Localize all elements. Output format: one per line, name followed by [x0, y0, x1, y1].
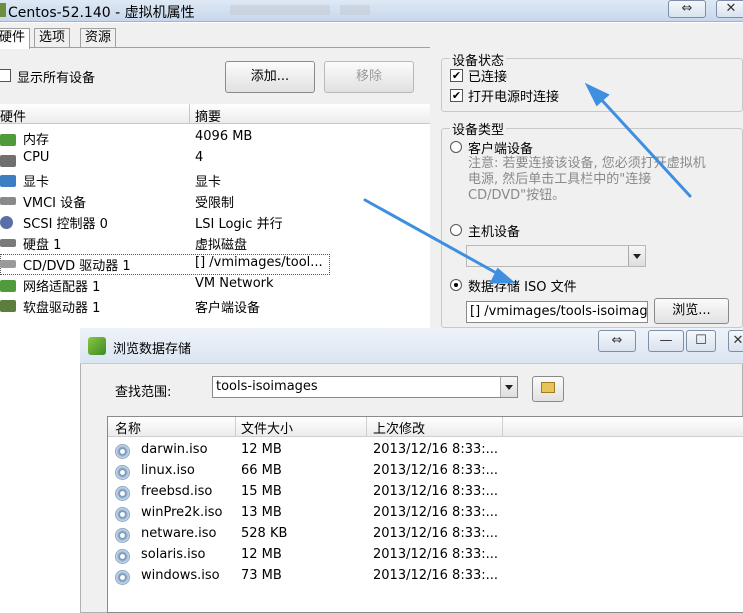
arrow-to-iso-option: [363, 198, 502, 277]
tab-hardware[interactable]: 硬件: [0, 28, 31, 49]
annotation-arrows: [363, 82, 692, 284]
arrow-to-connect-option: [596, 94, 692, 198]
